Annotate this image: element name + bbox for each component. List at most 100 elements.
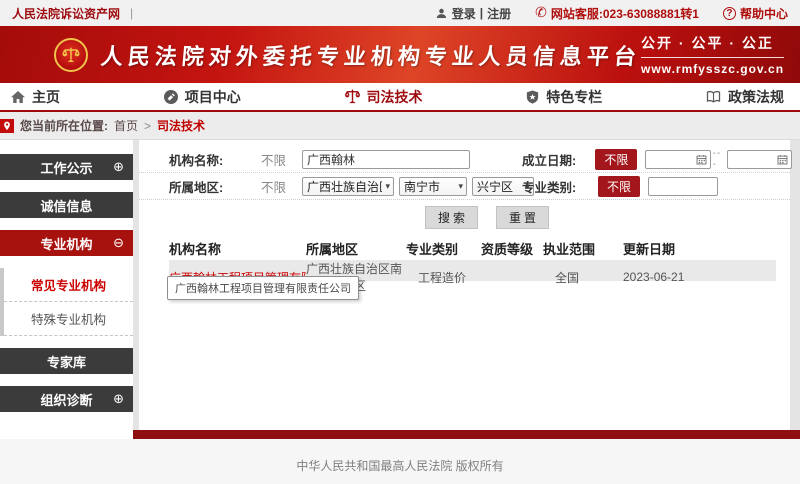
auth-links: 登录 | 注册 xyxy=(435,5,511,22)
register-link[interactable]: 注册 xyxy=(487,5,511,22)
slogan-text: 公开 · 公平 · 公正 xyxy=(641,33,784,58)
project-center-icon xyxy=(163,89,179,105)
site-url-text: www.rmfysszc.gov.cn xyxy=(641,62,784,76)
filter-row-name-date: 机构名称: 不限 成立日期: 不限 --- xyxy=(139,146,790,173)
user-icon xyxy=(435,7,448,20)
region-label: 所属地区: xyxy=(169,177,239,196)
sidebar-item-work-publicity[interactable]: 工作公示 ⊕ xyxy=(0,154,133,180)
col-header-grade: 资质等级 xyxy=(481,239,543,258)
submenu-item-special-orgs[interactable]: 特殊专业机构 xyxy=(4,302,133,336)
reset-button[interactable]: 重置 xyxy=(496,206,549,229)
banner-right: 公开 · 公平 · 公正 www.rmfysszc.gov.cn xyxy=(641,33,784,76)
established-start-date-input[interactable] xyxy=(645,150,710,169)
search-button[interactable]: 搜索 xyxy=(425,206,478,229)
page-footer: 中华人民共和国最高人民法院 版权所有 xyxy=(0,439,800,484)
results-table: 机构名称 所属地区 专业类别 资质等级 执业范围 更新日期 广西翰林工程项目管理… xyxy=(139,236,790,281)
calendar-icon xyxy=(696,154,707,165)
city-select-value: 南宁市 xyxy=(404,178,455,195)
established-unlimited-button[interactable]: 不限 xyxy=(595,149,637,170)
expand-icon[interactable]: ⊕ xyxy=(113,392,124,407)
topbar-right: 登录 | 注册 ✆ 网站客服:023-63088881转1 ? 帮助中心 xyxy=(417,5,788,22)
filter-row-region-category: 所属地区: 不限 广西壮族自治区 ▾ 南宁市 ▾ 兴宁区 ▾ 专业类别: 不限 xyxy=(139,173,790,200)
breadcrumb-home-link[interactable]: 首页 xyxy=(114,117,138,134)
main-panel: 机构名称: 不限 成立日期: 不限 --- 所属地区: 不限 广西壮族自治区 ▾ xyxy=(139,140,790,430)
sidebar-item-integrity-info[interactable]: 诚信信息 xyxy=(0,192,133,218)
nav-label: 项目中心 xyxy=(185,87,241,107)
category-label: 专业类别: xyxy=(522,177,584,196)
col-header-scope: 执业范围 xyxy=(543,239,623,258)
sidebar-item-expert-pool[interactable]: 专家库 xyxy=(0,348,133,374)
location-pin-icon xyxy=(2,121,12,131)
service-hotline: ✆ 网站客服:023-63088881转1 xyxy=(535,5,699,22)
breadcrumb-current: 司法技术 xyxy=(157,117,205,134)
help-center-link[interactable]: 帮助中心 xyxy=(740,5,788,22)
col-header-org-name: 机构名称 xyxy=(169,239,306,258)
col-header-region: 所属地区 xyxy=(306,239,406,258)
established-end-date-input[interactable] xyxy=(727,150,792,169)
sidebar-item-label: 工作公示 xyxy=(40,158,92,177)
court-emblem-logo xyxy=(54,38,88,72)
sidebar-item-label: 专家库 xyxy=(47,352,86,371)
calendar-icon xyxy=(777,154,788,165)
nav-label: 特色专栏 xyxy=(546,87,602,107)
org-name-tooltip: 广西翰林工程项目管理有限责任公司 xyxy=(167,276,359,300)
org-name-input[interactable] xyxy=(302,150,470,169)
sidebar-item-label: 专业机构 xyxy=(40,234,92,253)
nav-item-project-center[interactable]: 项目中心 xyxy=(163,87,241,107)
nav-label: 主页 xyxy=(32,87,60,107)
sidebar-item-label: 诚信信息 xyxy=(40,196,92,215)
province-select[interactable]: 广西壮族自治区 ▾ xyxy=(302,177,394,196)
site-banner: 人民法院对外委托专业机构专业人员信息平台 公开 · 公平 · 公正 www.rm… xyxy=(0,26,800,83)
sidebar-item-professional-orgs[interactable]: 专业机构 ⊖ xyxy=(0,230,133,256)
category-input[interactable] xyxy=(648,177,718,196)
phone-icon: ✆ xyxy=(535,5,547,21)
copyright-text: 中华人民共和国最高人民法院 版权所有 xyxy=(296,457,503,474)
login-link[interactable]: 登录 xyxy=(452,5,476,22)
category-group: 专业类别: 不限 xyxy=(522,176,718,197)
top-utility-bar: 人民法院诉讼资产网 | 登录 | 注册 ✆ 网站客服:023-63088881转… xyxy=(0,0,800,26)
shield-star-icon xyxy=(525,89,540,105)
col-header-date: 更新日期 xyxy=(623,239,776,258)
nav-item-judicial-tech[interactable]: 司法技术 xyxy=(344,87,423,107)
cell-date: 2023-06-21 xyxy=(623,270,776,284)
cell-category: 工程造价 xyxy=(406,269,481,286)
nav-item-home[interactable]: 主页 xyxy=(10,87,60,107)
page-body: 工作公示 ⊕ 诚信信息 专业机构 ⊖ 常见专业机构 特殊专业机构 专家库 组织诊… xyxy=(0,140,800,430)
org-name-label: 机构名称: xyxy=(169,150,239,169)
asset-site-link[interactable]: 人民法院诉讼资产网 xyxy=(12,5,120,22)
established-date-label: 成立日期: xyxy=(522,150,581,169)
sidebar-item-org-diagnosis[interactable]: 组织诊断 ⊕ xyxy=(0,386,133,412)
book-icon xyxy=(705,89,722,105)
help-icon: ? xyxy=(723,7,736,20)
chevron-down-icon: ▾ xyxy=(385,181,390,192)
expand-icon[interactable]: ⊕ xyxy=(113,160,124,175)
date-range-separator: --- xyxy=(713,148,725,170)
nav-item-special-column[interactable]: 特色专栏 xyxy=(525,87,602,107)
scales-icon xyxy=(344,88,361,105)
topbar-divider: | xyxy=(130,6,133,20)
category-unlimited-button[interactable]: 不限 xyxy=(598,176,640,197)
breadcrumb: 您当前所在位置: 首页 > 司法技术 xyxy=(0,112,800,140)
province-select-value: 广西壮族自治区 xyxy=(307,178,382,195)
chevron-down-icon: ▾ xyxy=(458,181,463,192)
nav-label: 政策法规 xyxy=(728,87,784,107)
collapse-icon[interactable]: ⊖ xyxy=(113,236,124,251)
bottom-red-divider xyxy=(133,430,800,439)
submenu-item-common-orgs[interactable]: 常见专业机构 xyxy=(4,268,133,302)
location-pin-box xyxy=(0,119,14,133)
filter-actions: 搜索 重置 xyxy=(139,204,790,230)
cell-scope: 全国 xyxy=(543,269,623,286)
city-select[interactable]: 南宁市 ▾ xyxy=(399,177,467,196)
breadcrumb-prefix: 您当前所在位置: xyxy=(20,117,108,134)
home-icon xyxy=(10,89,26,105)
table-header-row: 机构名称 所属地区 专业类别 资质等级 执业范围 更新日期 xyxy=(169,236,776,260)
district-select-value: 兴宁区 xyxy=(477,178,522,195)
auth-separator: | xyxy=(480,6,483,20)
nav-item-policy[interactable]: 政策法规 xyxy=(705,87,784,107)
service-hotline-text: 网站客服:023-63088881转1 xyxy=(551,5,699,22)
org-name-unlimited-option[interactable]: 不限 xyxy=(261,150,286,169)
region-unlimited-option[interactable]: 不限 xyxy=(261,177,286,196)
sidebar-item-label: 组织诊断 xyxy=(40,390,92,409)
help-center: ? 帮助中心 xyxy=(723,5,788,22)
breadcrumb-separator: > xyxy=(144,119,151,133)
